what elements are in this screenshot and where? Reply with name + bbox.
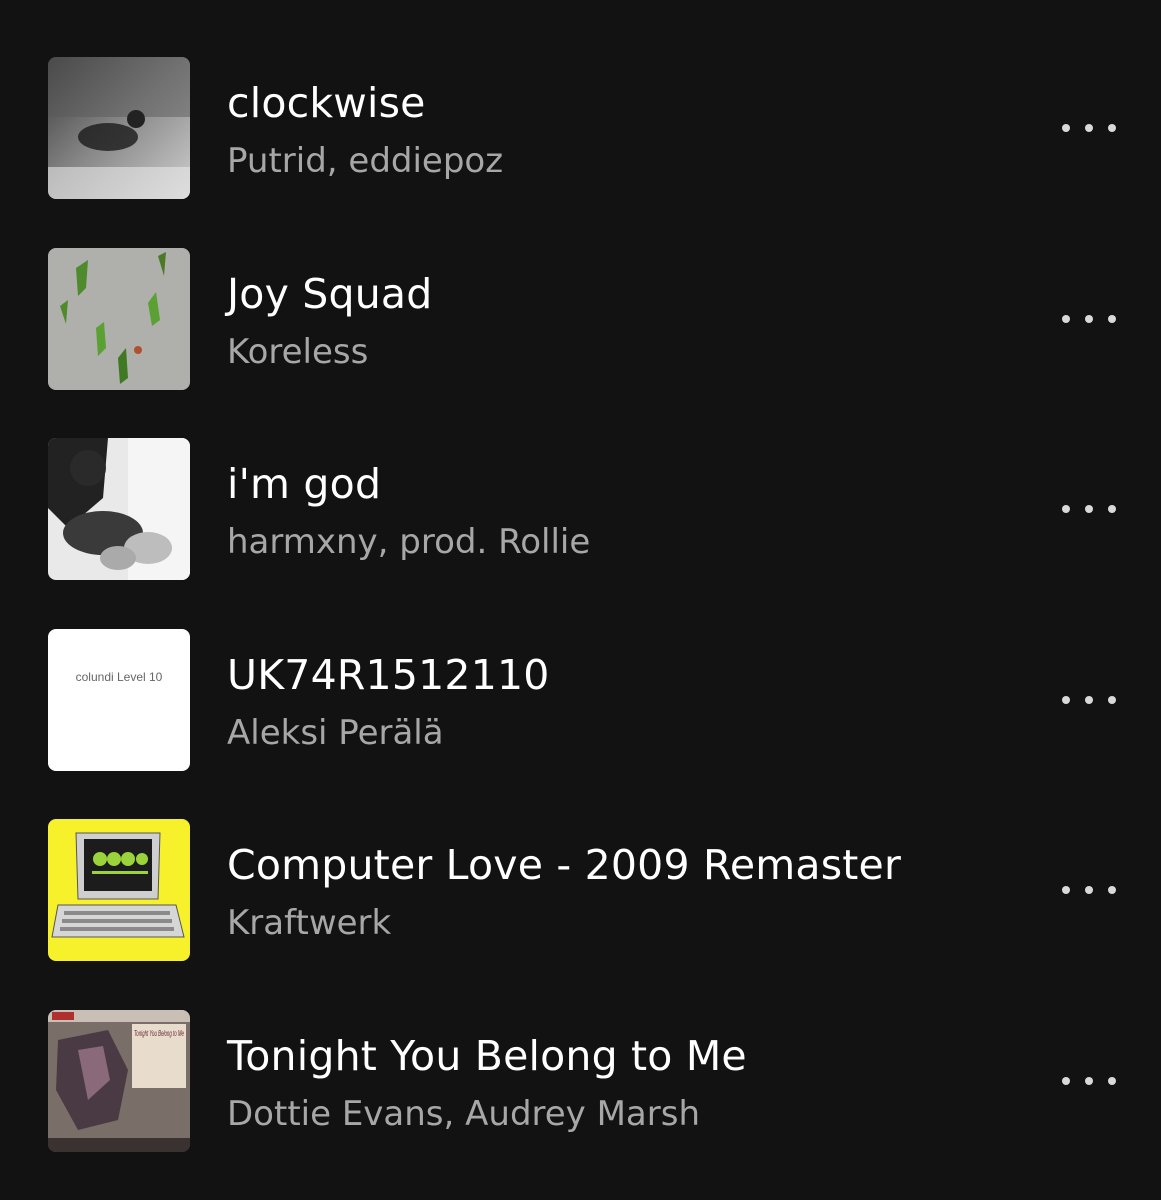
- track-row[interactable]: i'm god harmxny, prod. Rollie: [0, 414, 1161, 604]
- more-options-icon: [1085, 1077, 1093, 1085]
- track-title: Computer Love - 2009 Remaster: [227, 841, 902, 889]
- more-options-icon: [1108, 315, 1116, 323]
- album-cover-text: colundi Level 10: [76, 670, 163, 684]
- album-cover-text: Tonight You Belong to Me: [134, 1029, 184, 1038]
- track-row[interactable]: Tonight You Belong to Me Tonight You Bel…: [0, 986, 1161, 1176]
- track-title: i'm god: [227, 460, 382, 508]
- track-artist[interactable]: Aleksi Perälä: [227, 713, 444, 753]
- album-cover-im-god: [48, 438, 190, 580]
- track-title: Tonight You Belong to Me: [227, 1032, 747, 1080]
- more-options-icon: [1108, 886, 1116, 894]
- album-cover-tonight-you-belong-to-me: Tonight You Belong to Me: [48, 1010, 190, 1152]
- more-options-icon: [1085, 886, 1093, 894]
- more-options-icon: [1062, 696, 1070, 704]
- more-options-button[interactable]: [1058, 869, 1120, 911]
- more-options-button[interactable]: [1058, 488, 1120, 530]
- album-cover-computer-world: [48, 819, 190, 961]
- more-options-icon: [1108, 1077, 1116, 1085]
- more-options-icon: [1085, 315, 1093, 323]
- more-options-icon: [1108, 124, 1116, 132]
- track-title: UK74R1512110: [227, 651, 550, 699]
- track-row[interactable]: Joy Squad Koreless: [0, 224, 1161, 414]
- more-options-button[interactable]: [1058, 1060, 1120, 1102]
- track-list: clockwise Putrid, eddiepoz Joy Squad Kor…: [0, 0, 1161, 1200]
- more-options-button[interactable]: [1058, 107, 1120, 149]
- more-options-icon: [1085, 505, 1093, 513]
- album-cover-colundi-level-10: colundi Level 10: [48, 629, 190, 771]
- track-row[interactable]: colundi Level 10 UK74R1512110 Aleksi Per…: [0, 605, 1161, 795]
- more-options-icon: [1062, 1077, 1070, 1085]
- track-title: Joy Squad: [227, 270, 433, 318]
- more-options-button[interactable]: [1058, 298, 1120, 340]
- album-cover-joy-squad: [48, 248, 190, 390]
- more-options-icon: [1108, 696, 1116, 704]
- track-row[interactable]: Computer Love - 2009 Remaster Kraftwerk: [0, 795, 1161, 985]
- more-options-icon: [1062, 315, 1070, 323]
- more-options-icon: [1062, 505, 1070, 513]
- track-row[interactable]: clockwise Putrid, eddiepoz: [0, 33, 1161, 223]
- more-options-icon: [1062, 886, 1070, 894]
- track-artist[interactable]: Dottie Evans, Audrey Marsh: [227, 1094, 700, 1134]
- album-cover-clockwise: [48, 57, 190, 199]
- track-title: clockwise: [227, 79, 426, 127]
- track-artist[interactable]: Putrid, eddiepoz: [227, 141, 503, 181]
- more-options-icon: [1108, 505, 1116, 513]
- track-artist[interactable]: Koreless: [227, 332, 368, 372]
- track-artist[interactable]: Kraftwerk: [227, 903, 391, 943]
- track-artist[interactable]: harmxny, prod. Rollie: [227, 522, 590, 562]
- more-options-icon: [1085, 696, 1093, 704]
- more-options-button[interactable]: [1058, 679, 1120, 721]
- more-options-icon: [1085, 124, 1093, 132]
- more-options-icon: [1062, 124, 1070, 132]
